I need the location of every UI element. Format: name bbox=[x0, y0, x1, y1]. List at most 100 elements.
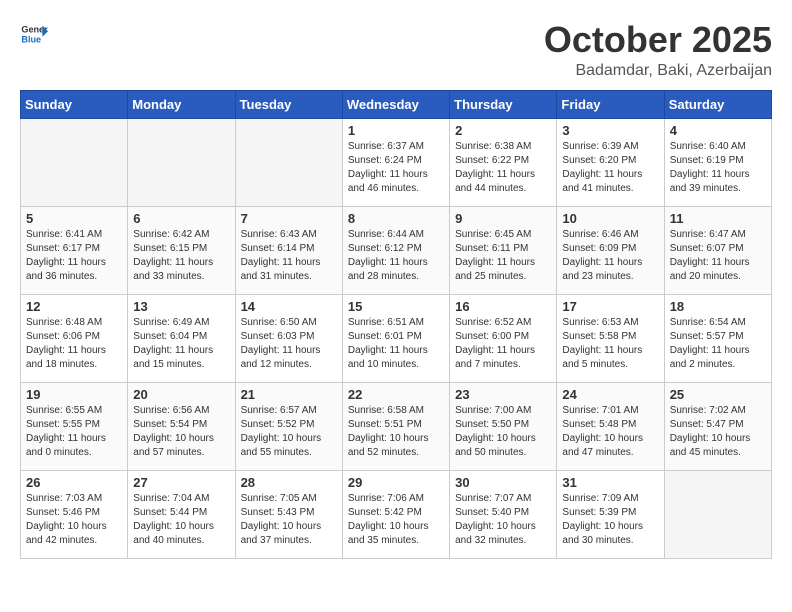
calendar-cell: 13 Sunrise: 6:49 AMSunset: 6:04 PMDayligh… bbox=[128, 294, 235, 382]
day-number: 23 bbox=[455, 387, 551, 402]
calendar-cell: 16 Sunrise: 6:52 AMSunset: 6:00 PMDayligh… bbox=[450, 294, 557, 382]
calendar-week-1: 1 Sunrise: 6:37 AMSunset: 6:24 PMDaylight… bbox=[21, 118, 772, 206]
calendar-cell: 15 Sunrise: 6:51 AMSunset: 6:01 PMDayligh… bbox=[342, 294, 449, 382]
day-number: 25 bbox=[670, 387, 766, 402]
day-number: 5 bbox=[26, 211, 122, 226]
day-info: Sunrise: 7:05 AMSunset: 5:43 PMDaylight:… bbox=[241, 492, 337, 548]
col-wednesday: Wednesday bbox=[342, 90, 449, 118]
day-info: Sunrise: 6:52 AMSunset: 6:00 PMDaylight:… bbox=[455, 316, 551, 372]
day-info: Sunrise: 7:01 AMSunset: 5:48 PMDaylight:… bbox=[562, 404, 658, 460]
day-number: 4 bbox=[670, 123, 766, 138]
calendar-cell: 5Sunrise: 6:41 AMSunset: 6:17 PMDaylight… bbox=[21, 206, 128, 294]
day-number: 19 bbox=[26, 387, 122, 402]
calendar-cell bbox=[664, 470, 771, 558]
day-number: 14 bbox=[241, 299, 337, 314]
day-info: Sunrise: 6:45 AMSunset: 6:11 PMDaylight:… bbox=[455, 228, 551, 284]
calendar-cell: 31 Sunrise: 7:09 AMSunset: 5:39 PMDayligh… bbox=[557, 470, 664, 558]
day-number: 3 bbox=[562, 123, 658, 138]
calendar-cell: 12 Sunrise: 6:48 AMSunset: 6:06 PMDayligh… bbox=[21, 294, 128, 382]
day-info: Sunrise: 6:46 AMSunset: 6:09 PMDaylight:… bbox=[562, 228, 658, 284]
logo-icon: General Blue bbox=[20, 20, 48, 48]
day-number: 21 bbox=[241, 387, 337, 402]
calendar-cell: 3 Sunrise: 6:39 AMSunset: 6:20 PMDaylight… bbox=[557, 118, 664, 206]
day-info: Sunrise: 6:55 AMSunset: 5:55 PMDaylight:… bbox=[26, 404, 122, 460]
day-number: 7 bbox=[241, 211, 337, 226]
day-number: 12 bbox=[26, 299, 122, 314]
calendar-cell: 27 Sunrise: 7:04 AMSunset: 5:44 PMDayligh… bbox=[128, 470, 235, 558]
day-info: Sunrise: 6:51 AMSunset: 6:01 PMDaylight:… bbox=[348, 316, 444, 372]
calendar-subtitle: Badamdar, Baki, Azerbaijan bbox=[544, 62, 772, 80]
day-number: 22 bbox=[348, 387, 444, 402]
calendar-week-4: 19 Sunrise: 6:55 AMSunset: 5:55 PMDayligh… bbox=[21, 382, 772, 470]
calendar-cell: 7 Sunrise: 6:43 AMSunset: 6:14 PMDaylight… bbox=[235, 206, 342, 294]
day-info: Sunrise: 7:03 AMSunset: 5:46 PMDaylight:… bbox=[26, 492, 122, 548]
day-info: Sunrise: 7:06 AMSunset: 5:42 PMDaylight:… bbox=[348, 492, 444, 548]
day-number: 27 bbox=[133, 475, 229, 490]
day-number: 30 bbox=[455, 475, 551, 490]
day-info: Sunrise: 6:57 AMSunset: 5:52 PMDaylight:… bbox=[241, 404, 337, 460]
calendar-cell: 1 Sunrise: 6:37 AMSunset: 6:24 PMDaylight… bbox=[342, 118, 449, 206]
calendar-cell: 8Sunrise: 6:44 AMSunset: 6:12 PMDaylight… bbox=[342, 206, 449, 294]
logo: General Blue bbox=[20, 20, 48, 48]
calendar-cell: 4 Sunrise: 6:40 AMSunset: 6:19 PMDaylight… bbox=[664, 118, 771, 206]
calendar-cell: 22Sunrise: 6:58 AMSunset: 5:51 PMDayligh… bbox=[342, 382, 449, 470]
day-number: 2 bbox=[455, 123, 551, 138]
svg-text:Blue: Blue bbox=[21, 34, 41, 44]
day-info: Sunrise: 6:43 AMSunset: 6:14 PMDaylight:… bbox=[241, 228, 337, 284]
day-number: 20 bbox=[133, 387, 229, 402]
day-info: Sunrise: 6:53 AMSunset: 5:58 PMDaylight:… bbox=[562, 316, 658, 372]
calendar-week-2: 5Sunrise: 6:41 AMSunset: 6:17 PMDaylight… bbox=[21, 206, 772, 294]
calendar-week-3: 12 Sunrise: 6:48 AMSunset: 6:06 PMDayligh… bbox=[21, 294, 772, 382]
day-number: 11 bbox=[670, 211, 766, 226]
day-info: Sunrise: 6:56 AMSunset: 5:54 PMDaylight:… bbox=[133, 404, 229, 460]
calendar-cell: 24 Sunrise: 7:01 AMSunset: 5:48 PMDayligh… bbox=[557, 382, 664, 470]
calendar-cell: 11 Sunrise: 6:47 AMSunset: 6:07 PMDayligh… bbox=[664, 206, 771, 294]
day-info: Sunrise: 7:00 AMSunset: 5:50 PMDaylight:… bbox=[455, 404, 551, 460]
day-info: Sunrise: 6:49 AMSunset: 6:04 PMDaylight:… bbox=[133, 316, 229, 372]
day-number: 15 bbox=[348, 299, 444, 314]
calendar-cell: 23 Sunrise: 7:00 AMSunset: 5:50 PMDayligh… bbox=[450, 382, 557, 470]
col-sunday: Sunday bbox=[21, 90, 128, 118]
calendar-cell bbox=[128, 118, 235, 206]
calendar-cell: 19 Sunrise: 6:55 AMSunset: 5:55 PMDayligh… bbox=[21, 382, 128, 470]
day-number: 16 bbox=[455, 299, 551, 314]
day-info: Sunrise: 6:38 AMSunset: 6:22 PMDaylight:… bbox=[455, 140, 551, 196]
day-info: Sunrise: 6:37 AMSunset: 6:24 PMDaylight:… bbox=[348, 140, 444, 196]
calendar-cell bbox=[235, 118, 342, 206]
day-info: Sunrise: 6:40 AMSunset: 6:19 PMDaylight:… bbox=[670, 140, 766, 196]
day-number: 31 bbox=[562, 475, 658, 490]
calendar-cell: 29 Sunrise: 7:06 AMSunset: 5:42 PMDayligh… bbox=[342, 470, 449, 558]
col-thursday: Thursday bbox=[450, 90, 557, 118]
calendar-week-5: 26 Sunrise: 7:03 AMSunset: 5:46 PMDayligh… bbox=[21, 470, 772, 558]
day-info: Sunrise: 6:47 AMSunset: 6:07 PMDaylight:… bbox=[670, 228, 766, 284]
day-number: 18 bbox=[670, 299, 766, 314]
day-info: Sunrise: 7:07 AMSunset: 5:40 PMDaylight:… bbox=[455, 492, 551, 548]
day-info: Sunrise: 7:02 AMSunset: 5:47 PMDaylight:… bbox=[670, 404, 766, 460]
header-row: Sunday Monday Tuesday Wednesday Thursday… bbox=[21, 90, 772, 118]
col-saturday: Saturday bbox=[664, 90, 771, 118]
day-number: 13 bbox=[133, 299, 229, 314]
day-info: Sunrise: 6:48 AMSunset: 6:06 PMDaylight:… bbox=[26, 316, 122, 372]
day-info: Sunrise: 7:09 AMSunset: 5:39 PMDaylight:… bbox=[562, 492, 658, 548]
day-number: 28 bbox=[241, 475, 337, 490]
calendar-cell: 14 Sunrise: 6:50 AMSunset: 6:03 PMDayligh… bbox=[235, 294, 342, 382]
calendar-cell: 30 Sunrise: 7:07 AMSunset: 5:40 PMDayligh… bbox=[450, 470, 557, 558]
day-info: Sunrise: 6:39 AMSunset: 6:20 PMDaylight:… bbox=[562, 140, 658, 196]
calendar-cell: 2 Sunrise: 6:38 AMSunset: 6:22 PMDaylight… bbox=[450, 118, 557, 206]
calendar-table: Sunday Monday Tuesday Wednesday Thursday… bbox=[20, 90, 772, 559]
day-number: 26 bbox=[26, 475, 122, 490]
day-info: Sunrise: 6:54 AMSunset: 5:57 PMDaylight:… bbox=[670, 316, 766, 372]
day-number: 24 bbox=[562, 387, 658, 402]
calendar-cell: 6Sunrise: 6:42 AMSunset: 6:15 PMDaylight… bbox=[128, 206, 235, 294]
day-info: Sunrise: 6:50 AMSunset: 6:03 PMDaylight:… bbox=[241, 316, 337, 372]
day-info: Sunrise: 6:42 AMSunset: 6:15 PMDaylight:… bbox=[133, 228, 229, 284]
day-info: Sunrise: 7:04 AMSunset: 5:44 PMDaylight:… bbox=[133, 492, 229, 548]
calendar-cell: 10Sunrise: 6:46 AMSunset: 6:09 PMDayligh… bbox=[557, 206, 664, 294]
col-friday: Friday bbox=[557, 90, 664, 118]
calendar-cell: 25 Sunrise: 7:02 AMSunset: 5:47 PMDayligh… bbox=[664, 382, 771, 470]
day-number: 29 bbox=[348, 475, 444, 490]
col-tuesday: Tuesday bbox=[235, 90, 342, 118]
day-number: 9 bbox=[455, 211, 551, 226]
day-number: 1 bbox=[348, 123, 444, 138]
calendar-cell: 28 Sunrise: 7:05 AMSunset: 5:43 PMDayligh… bbox=[235, 470, 342, 558]
